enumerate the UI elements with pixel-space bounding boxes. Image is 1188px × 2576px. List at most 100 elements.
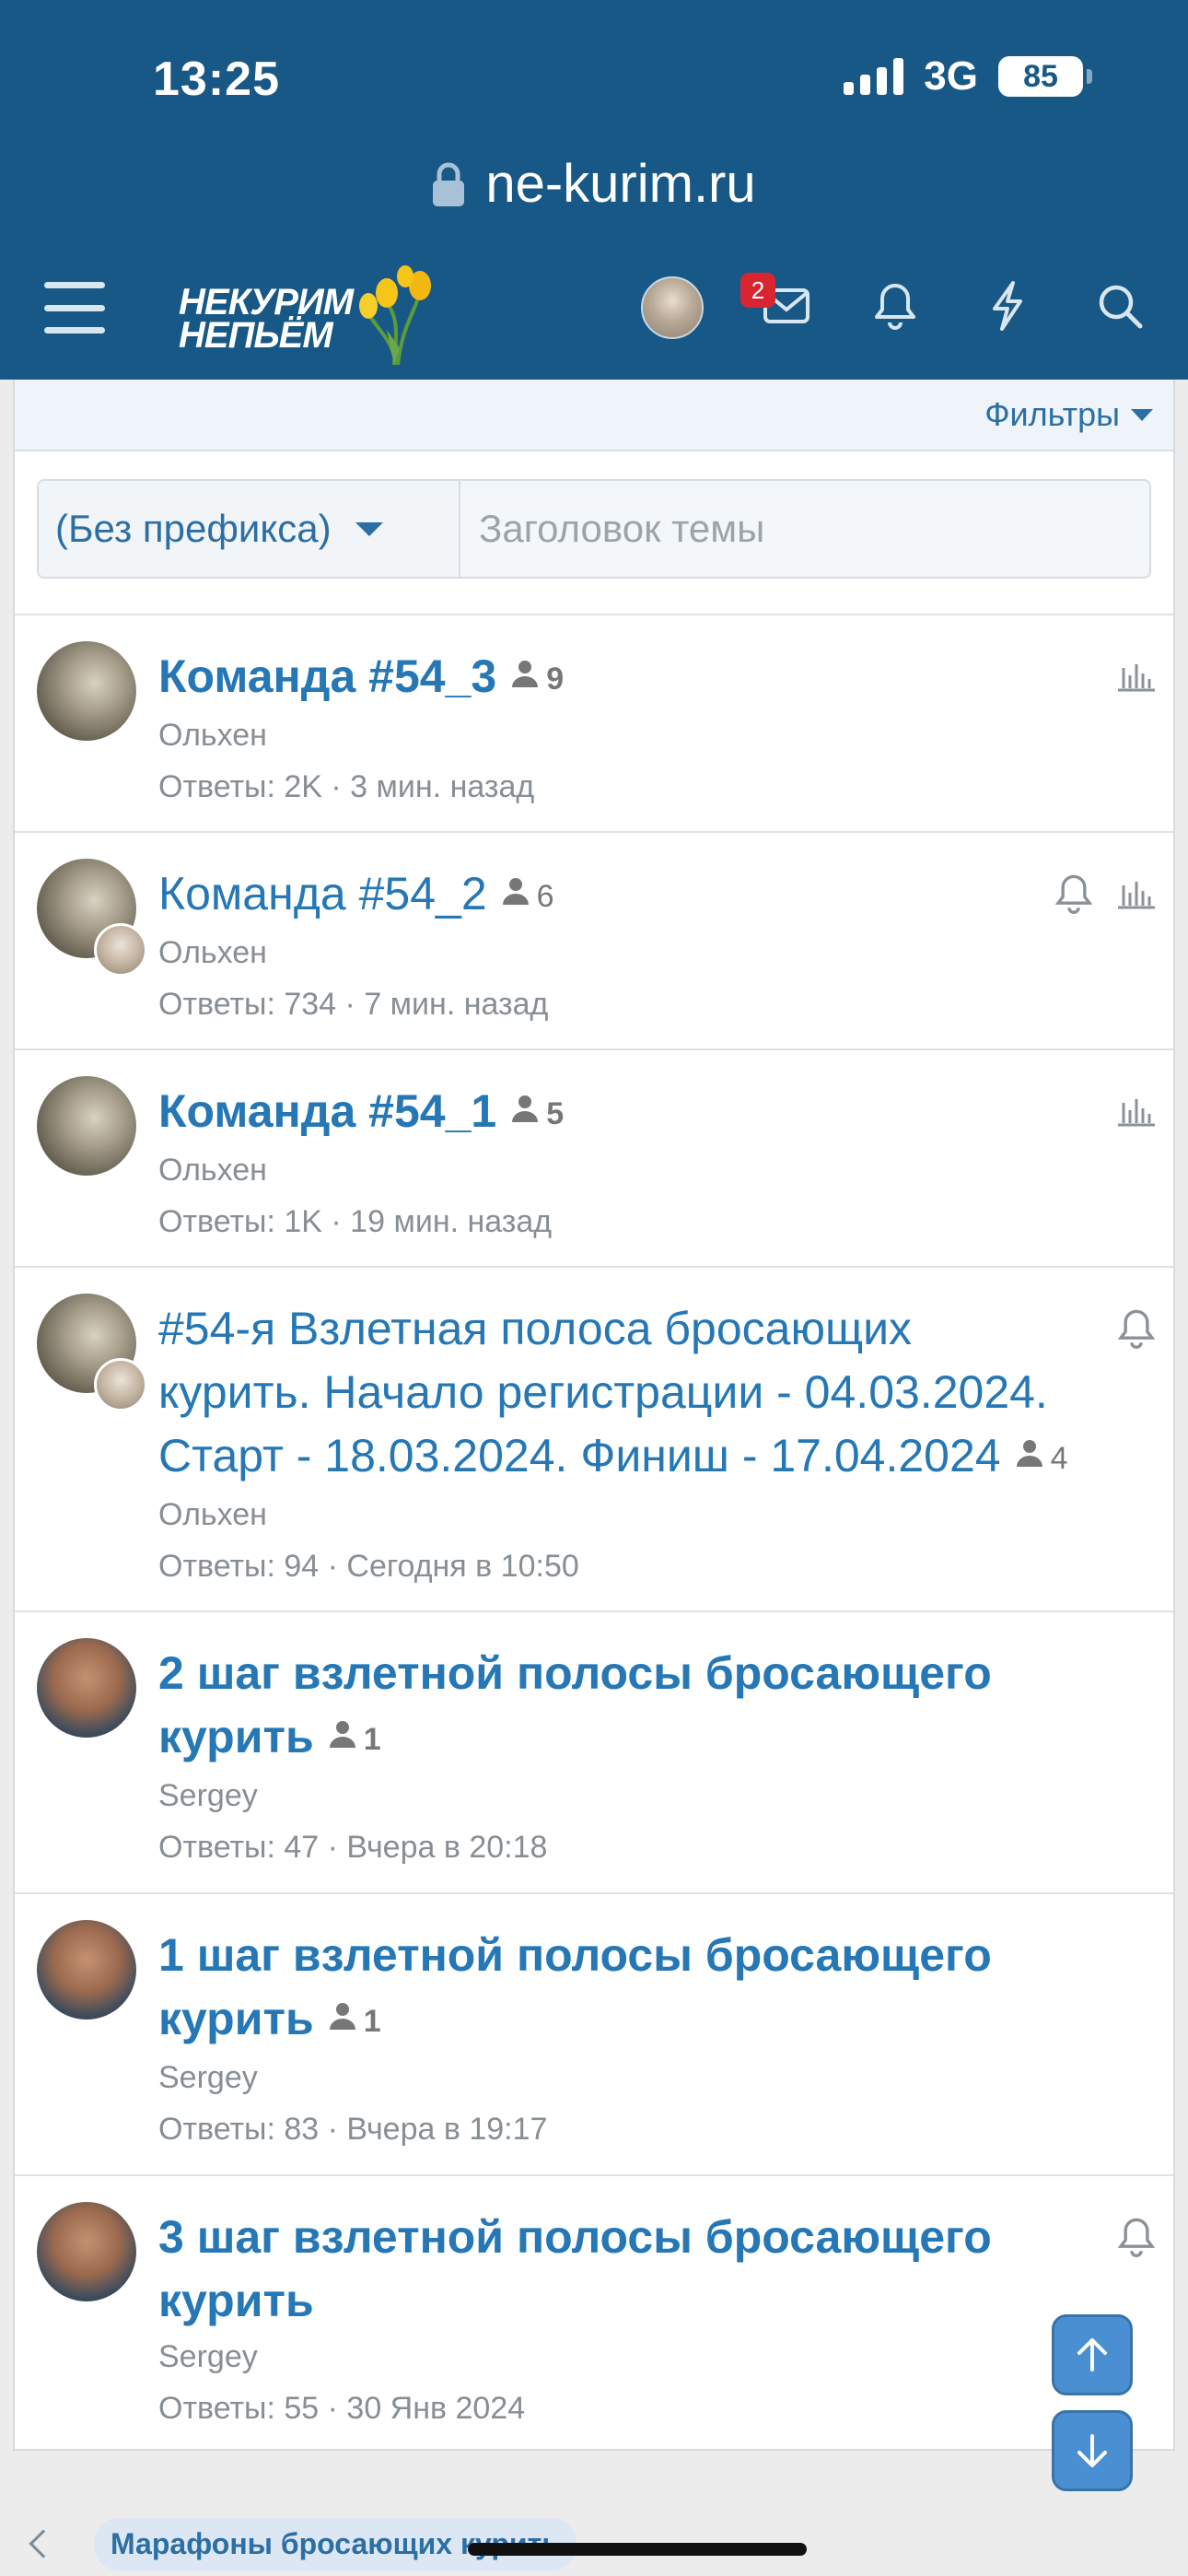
prefix-select[interactable]: (Без префикса) — [39, 481, 460, 577]
thread-row[interactable]: 3 шаг взлетной полосы бросающего курить … — [15, 2176, 1173, 2449]
thread-icons — [1114, 2215, 1159, 2259]
thread-title[interactable]: 1 шаг взлетной полосы бросающего курить 1 — [158, 1924, 1072, 2054]
thread-icons — [1114, 654, 1159, 698]
bell-icon — [1052, 872, 1096, 916]
thread-row[interactable]: #54-я Взлетная полоса бросающих курить. … — [15, 1268, 1173, 1612]
thread-icons — [1114, 1089, 1159, 1133]
lock-icon — [432, 161, 465, 207]
avatar[interactable] — [37, 2202, 136, 2301]
last-poster-avatar[interactable] — [94, 1358, 147, 1411]
thread-meta: Ответы: 2K · 3 мин. назад — [158, 769, 535, 805]
prefix-value: (Без префикса) — [55, 507, 332, 550]
thread-title[interactable]: Команда #54_3 9 — [158, 645, 1072, 711]
avatar[interactable] — [37, 1920, 136, 2020]
search-icon[interactable] — [1090, 276, 1149, 335]
participants-number: 5 — [546, 1096, 565, 1132]
logo-line-1: НЕКУРИМ — [179, 282, 354, 322]
thread-author[interactable]: Ольхен — [158, 1148, 1072, 1192]
thread-title-text: 1 шаг взлетной полосы бросающего курить — [158, 1929, 992, 2044]
bolt-icon[interactable] — [978, 276, 1037, 335]
participants-count: 4 — [1014, 1427, 1068, 1491]
participants-number: 1 — [363, 2004, 381, 2040]
site-header: 13:25 3G 85 ne-kurim.ru НЕКУРИМ НЕПЬЁМ 2 — [0, 0, 1188, 380]
thread-title-text: 2 шаг взлетной полосы бросающего курить — [158, 1647, 992, 1762]
status-time: 13:25 — [153, 53, 280, 106]
avatar[interactable] — [37, 1076, 136, 1176]
avatar[interactable] — [37, 641, 136, 741]
thread-meta: Ответы: 47 · Вчера в 20:18 — [158, 1830, 548, 1866]
url-text: ne-kurim.ru — [485, 154, 756, 214]
participants-count: 6 — [500, 865, 554, 929]
tulip-icon — [359, 265, 431, 366]
thread-author[interactable]: Sergey — [158, 2055, 1072, 2100]
thread-title[interactable]: 2 шаг взлетной полосы бросающего курить 1 — [158, 1642, 1072, 1772]
new-thread-row: (Без префикса) — [15, 451, 1173, 615]
bell-icon — [1114, 1306, 1159, 1351]
thread-title[interactable]: Команда #54_1 5 — [158, 1080, 1072, 1146]
scroll-top-button[interactable] — [1052, 2314, 1133, 2395]
thread-row[interactable]: Команда #54_3 9 Ольхен Ответы: 2K · 3 мин… — [15, 615, 1173, 833]
thread-meta: Ответы: 734 · 7 мин. назад — [158, 987, 549, 1023]
scroll-bottom-button[interactable] — [1052, 2410, 1133, 2491]
thread-title-text: Команда #54_2 — [158, 868, 487, 919]
filter-bar: Фильтры — [15, 380, 1173, 451]
thread-author[interactable]: Sergey — [158, 2335, 1072, 2379]
chevron-down-icon — [355, 521, 383, 536]
person-icon — [502, 878, 529, 906]
thread-meta: Ответы: 83 · Вчера в 19:17 — [158, 2112, 548, 2148]
filters-button[interactable]: Фильтры — [984, 395, 1153, 434]
thread-title[interactable]: Команда #54_2 6 — [158, 862, 1072, 929]
bell-icon — [1114, 2215, 1159, 2259]
thread-author[interactable]: Ольхен — [158, 931, 1072, 975]
participants-number: 4 — [1050, 1441, 1068, 1477]
thread-title[interactable]: 3 шаг взлетной полосы бросающего курить — [158, 2206, 1072, 2333]
thread-author[interactable]: Ольхен — [158, 1493, 1072, 1537]
participants-number: 1 — [363, 1722, 381, 1758]
avatar[interactable] — [37, 1638, 136, 1738]
thread-row[interactable]: 2 шаг взлетной полосы бросающего курить 1… — [15, 1612, 1173, 1894]
network-type: 3G — [924, 53, 978, 99]
thread-title-text: Команда #54_1 — [158, 1085, 497, 1137]
filters-label: Фильтры — [984, 395, 1120, 433]
participants-number: 6 — [536, 879, 554, 915]
participants-count: 9 — [509, 648, 564, 711]
home-indicator[interactable] — [468, 2543, 807, 2556]
signal-icon — [844, 58, 904, 95]
participants-count: 1 — [327, 1990, 381, 2054]
person-icon — [329, 1721, 355, 1749]
thread-row[interactable]: Команда #54_2 6 Ольхен Ответы: 734 · 7 ми… — [15, 833, 1173, 1050]
last-poster-avatar[interactable] — [94, 923, 147, 977]
user-avatar[interactable] — [641, 276, 704, 339]
thread-row[interactable]: Команда #54_1 5 Ольхен Ответы: 1K · 19 ми… — [15, 1050, 1173, 1268]
chevron-left-icon[interactable] — [29, 2529, 58, 2558]
thread-title-input[interactable] — [460, 481, 1149, 577]
person-icon — [512, 661, 539, 688]
bell-icon[interactable] — [866, 276, 925, 335]
thread-row[interactable]: 1 шаг взлетной полосы бросающего курить 1… — [15, 1894, 1173, 2176]
thread-author[interactable]: Ольхен — [158, 713, 1072, 757]
arrow-down-icon — [1077, 2434, 1107, 2467]
status-indicators: 3G 85 — [844, 53, 1092, 100]
participants-count: 1 — [327, 1708, 381, 1772]
menu-icon[interactable] — [44, 282, 105, 334]
thread-list-card: Фильтры (Без префикса) Команда #54_3 9 Ол… — [13, 380, 1175, 2451]
poll-icon — [1114, 872, 1159, 916]
person-icon — [329, 2003, 355, 2031]
participants-number: 9 — [546, 662, 565, 697]
poll-icon — [1114, 1089, 1159, 1133]
thread-author[interactable]: Sergey — [158, 1774, 1072, 1818]
thread-title[interactable]: #54-я Взлетная полоса бросающих курить. … — [158, 1297, 1072, 1491]
person-icon — [512, 1095, 539, 1123]
logo-line-2: НЕПЬЁМ — [179, 315, 333, 356]
thread-meta: Ответы: 94 · Сегодня в 10:50 — [158, 1549, 579, 1585]
arrow-up-icon — [1077, 2338, 1107, 2371]
new-thread-form: (Без префикса) — [37, 479, 1151, 579]
participants-count: 5 — [509, 1083, 564, 1146]
thread-icons — [1052, 872, 1159, 916]
site-logo[interactable]: НЕКУРИМ НЕПЬЁМ — [175, 265, 442, 367]
poll-icon — [1114, 654, 1159, 698]
thread-icons — [1114, 1306, 1159, 1351]
thread-meta: Ответы: 1K · 19 мин. назад — [158, 1204, 553, 1240]
logo-text: НЕКУРИМ НЕПЬЁМ — [179, 282, 354, 356]
address-bar[interactable]: ne-kurim.ru — [0, 153, 1188, 215]
